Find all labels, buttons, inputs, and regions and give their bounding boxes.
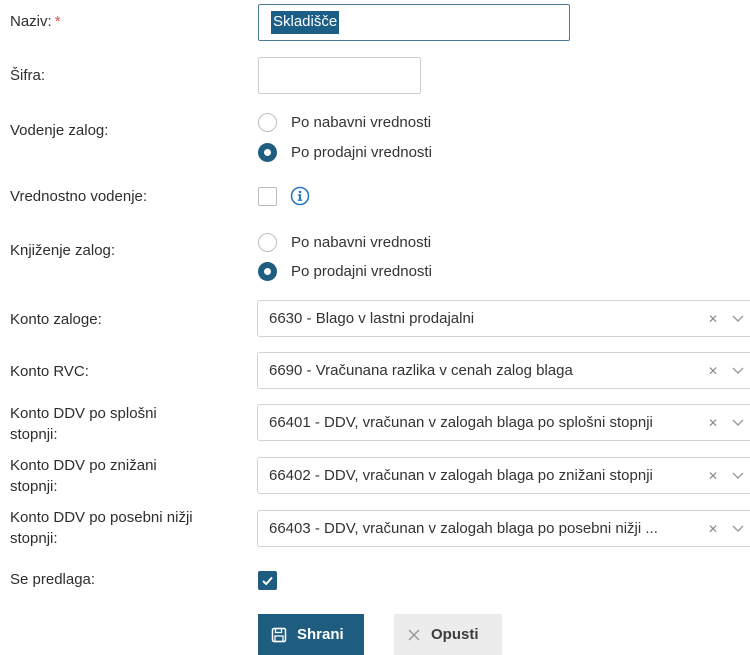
naziv-label-text: Naziv: [10,13,52,30]
save-button-label: Shrani [297,626,344,643]
vodenje-zalog-option-nabavni[interactable]: Po nabavni vrednosti [258,111,431,133]
vrednostno-vodenje-checkbox[interactable] [258,187,277,206]
vodenje-zalog-label: Vodenje zalog: [10,122,109,139]
knjizenje-zalog-option-nabavni-label: Po nabavni vrednosti [291,233,432,251]
naziv-input[interactable]: Skladišče [258,4,570,41]
konto-ddv-znizani-value: 66402 - DDV, vračunan v zalogah blaga po… [269,467,653,484]
konto-rvc-value: 6690 - Vračunana razlika v cenah zalog b… [269,362,573,379]
konto-ddv-splosni-label-line2: stopnji: [10,426,58,443]
knjizenje-zalog-option-prodajni-label: Po prodajni vrednosti [291,262,432,280]
radio-checked-icon[interactable] [258,261,277,281]
close-icon [408,628,420,641]
vodenje-zalog-option-nabavni-label: Po nabavni vrednosti [291,113,432,131]
konto-ddv-znizani-select[interactable]: 66402 - DDV, vračunan v zalogah blaga po… [257,457,750,494]
required-mark: * [54,13,61,30]
naziv-input-value: Skladišče [271,11,340,34]
konto-ddv-posebni-select[interactable]: 66403 - DDV, vračunan v zalogah blaga po… [257,510,750,547]
konto-ddv-splosni-label-line1: Konto DDV po splošni [10,405,157,422]
radio-unchecked-icon[interactable] [258,112,277,132]
konto-ddv-posebni-label-line2: stopnji: [10,530,58,547]
clear-icon[interactable]: ✕ [708,417,718,429]
sifra-label: Šifra: [10,67,46,84]
save-icon [271,627,287,642]
vodenje-zalog-option-prodajni-label: Po prodajni vrednosti [291,143,432,161]
konto-ddv-znizani-label-line2: stopnji: [10,478,58,495]
konto-zaloge-select[interactable]: 6630 - Blago v lastni prodajalni ✕ [257,300,750,337]
konto-ddv-posebni-label-line1: Konto DDV po posebni nižji [10,509,193,526]
vrednostno-vodenje-label: Vrednostno vodenje: [10,188,148,205]
chevron-down-icon[interactable] [731,365,745,375]
radio-unchecked-icon[interactable] [258,232,277,252]
konto-ddv-posebni-value: 66403 - DDV, vračunan v zalogah blaga po… [269,520,658,537]
konto-ddv-splosni-select[interactable]: 66401 - DDV, vračunan v zalogah blaga po… [257,404,750,441]
se-predlaga-checkbox[interactable] [258,571,277,590]
clear-icon[interactable]: ✕ [708,365,718,377]
warehouse-form: Naziv: * Skladišče Šifra: Vodenje zalog: … [0,0,750,655]
naziv-label: Naziv: * [10,11,61,32]
radio-checked-icon[interactable] [258,142,277,162]
konto-ddv-posebni-label: Konto DDV po posebni nižji stopnji: [10,507,193,549]
clear-icon[interactable]: ✕ [708,523,718,535]
clear-icon[interactable]: ✕ [708,313,718,325]
konto-rvc-select[interactable]: 6690 - Vračunana razlika v cenah zalog b… [257,352,750,389]
knjizenje-zalog-option-prodajni[interactable]: Po prodajni vrednosti [258,260,432,282]
clear-icon[interactable]: ✕ [708,470,718,482]
info-icon[interactable] [290,186,310,206]
se-predlaga-label: Se predlaga: [10,571,96,588]
konto-ddv-znizani-label-line1: Konto DDV po znižani [10,457,157,474]
konto-zaloge-label: Konto zaloge: [10,311,102,328]
konto-rvc-label: Konto RVC: [10,363,89,380]
cancel-button-label: Opusti [431,626,479,643]
chevron-down-icon[interactable] [731,313,745,323]
save-button[interactable]: Shrani [258,614,364,655]
konto-zaloge-value: 6630 - Blago v lastni prodajalni [269,310,475,327]
knjizenje-zalog-option-nabavni[interactable]: Po nabavni vrednosti [258,231,431,253]
vodenje-zalog-option-prodajni[interactable]: Po prodajni vrednosti [258,141,432,163]
cancel-button[interactable]: Opusti [394,614,502,655]
konto-ddv-splosni-label: Konto DDV po splošni stopnji: [10,403,157,445]
chevron-down-icon[interactable] [731,470,745,480]
checkmark-icon [262,576,273,586]
konto-ddv-znizani-label: Konto DDV po znižani stopnji: [10,455,157,497]
konto-ddv-splosni-value: 66401 - DDV, vračunan v zalogah blaga po… [269,414,653,431]
sifra-input[interactable] [258,57,421,94]
chevron-down-icon[interactable] [731,417,745,427]
chevron-down-icon[interactable] [731,523,745,533]
knjizenje-zalog-label: Knjiženje zalog: [10,242,116,259]
